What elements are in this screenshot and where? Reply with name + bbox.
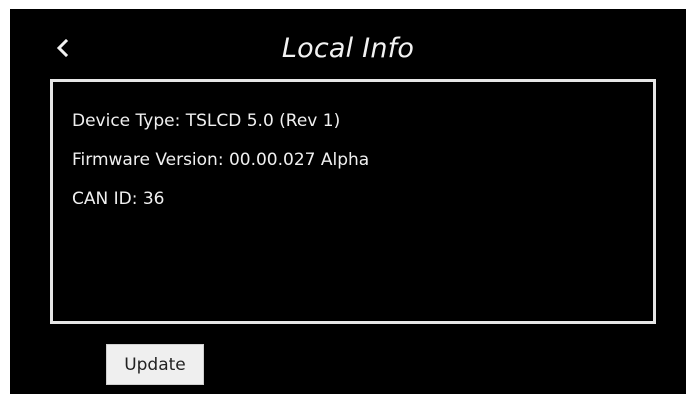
window-frame: Local Info Device Type: TSLCD 5.0 (Rev 1…	[0, 0, 689, 395]
firmware-version-text: Firmware Version: 00.00.027 Alpha	[72, 150, 370, 170]
device-type-text: Device Type: TSLCD 5.0 (Rev 1)	[72, 111, 341, 131]
update-button[interactable]: Update	[106, 344, 204, 385]
can-id-text: CAN ID: 36	[72, 189, 165, 209]
page-title: Local Info	[281, 33, 415, 64]
device-screen: Local Info Device Type: TSLCD 5.0 (Rev 1…	[10, 9, 686, 394]
info-panel: Device Type: TSLCD 5.0 (Rev 1) Firmware …	[50, 79, 656, 324]
